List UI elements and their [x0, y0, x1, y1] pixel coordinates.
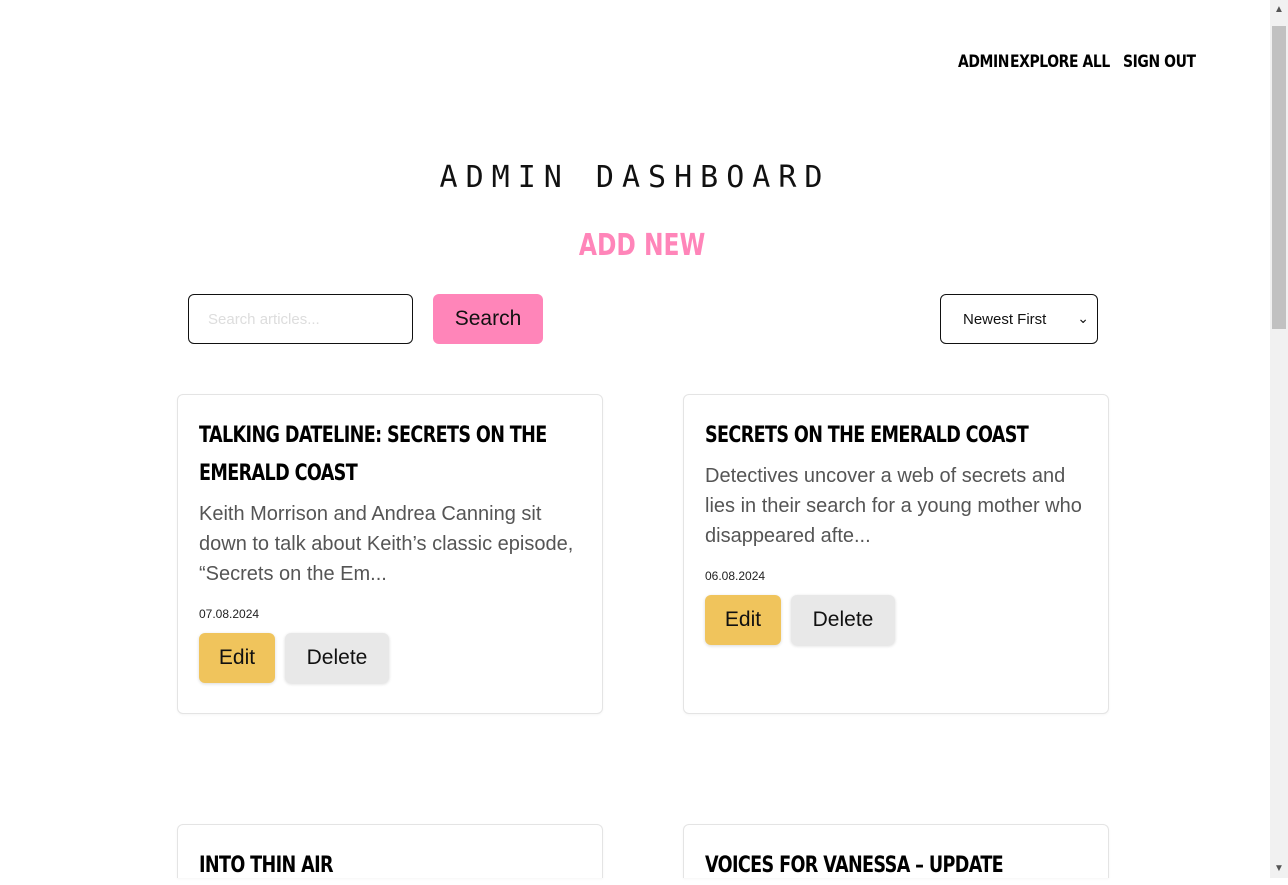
article-card: SECRETS ON THE EMERALD COAST Detectives …: [683, 394, 1109, 714]
article-title: SECRETS ON THE EMERALD COAST: [705, 423, 1029, 448]
edit-button[interactable]: Edit: [705, 595, 781, 645]
sort-selected-value: Newest First: [963, 310, 1047, 328]
sort-select[interactable]: Newest First ⌄: [940, 294, 1098, 344]
scrollbar-thumb[interactable]: [1272, 26, 1286, 329]
article-title: TALKING DATELINE: SECRETS ON THE EMERALD…: [199, 423, 547, 486]
chevron-down-icon: ⌄: [1077, 310, 1089, 326]
delete-button[interactable]: Delete: [791, 595, 895, 645]
page-title: ADMIN DASHBOARD: [439, 160, 831, 195]
article-card: INTO THIN AIR: [177, 824, 603, 878]
nav-explore-all-link[interactable]: EXPLORE ALL: [1010, 52, 1110, 72]
delete-button[interactable]: Delete: [285, 633, 389, 683]
article-excerpt: Keith Morrison and Andrea Canning sit do…: [199, 503, 574, 585]
nav-admin-link[interactable]: ADMIN: [958, 52, 1009, 72]
scroll-down-arrow-icon[interactable]: ▼: [1274, 863, 1284, 874]
vertical-scrollbar[interactable]: ▲ ▼: [1270, 0, 1288, 878]
article-card: TALKING DATELINE: SECRETS ON THE EMERALD…: [177, 394, 603, 714]
article-title: INTO THIN AIR: [199, 853, 334, 878]
article-title: VOICES FOR VANESSA – UPDATE: [705, 853, 1004, 878]
article-excerpt: Detectives uncover a web of secrets and …: [705, 465, 1082, 547]
top-nav: ADMIN EXPLORE ALL SIGN OUT: [0, 52, 1270, 78]
edit-button[interactable]: Edit: [199, 633, 275, 683]
nav-sign-out-link[interactable]: SIGN OUT: [1123, 52, 1196, 72]
article-actions: Edit Delete: [199, 633, 581, 683]
search-input[interactable]: [188, 294, 413, 344]
article-actions: Edit Delete: [705, 595, 1087, 645]
search-button[interactable]: Search: [433, 294, 543, 344]
article-date: 07.08.2024: [199, 607, 260, 621]
article-card: VOICES FOR VANESSA – UPDATE: [683, 824, 1109, 878]
add-new-label: ADD NEW: [579, 228, 706, 263]
add-new-link[interactable]: ADD NEW: [0, 228, 1285, 263]
article-date: 06.08.2024: [705, 569, 766, 583]
scroll-up-arrow-icon[interactable]: ▲: [1274, 4, 1284, 15]
